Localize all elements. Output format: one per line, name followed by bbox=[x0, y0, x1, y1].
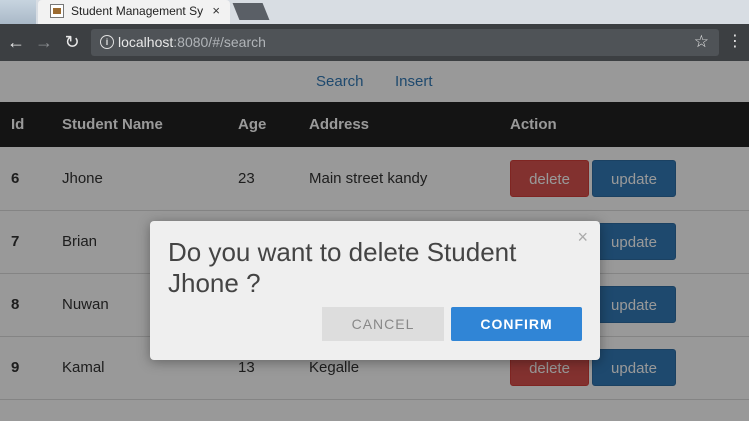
browser-tab-strip: Student Management Sy × bbox=[0, 0, 749, 24]
info-icon[interactable]: i bbox=[100, 35, 114, 49]
tab-close-icon[interactable]: × bbox=[212, 3, 220, 18]
reload-icon[interactable]: ↻ bbox=[62, 32, 82, 52]
dialog-message: Do you want to delete Student Jhone ? bbox=[168, 237, 517, 298]
address-bar[interactable]: i localhost:8080/#/search ☆ bbox=[91, 29, 719, 56]
confirm-button[interactable]: CONFIRM bbox=[451, 307, 582, 341]
browser-toolbar: ← → ↻ i localhost:8080/#/search ☆ ⋮ bbox=[0, 24, 749, 61]
browser-tab[interactable]: Student Management Sy × bbox=[38, 0, 230, 24]
favicon-icon bbox=[50, 4, 64, 18]
dialog-close-icon[interactable]: × bbox=[577, 227, 588, 248]
url-text: localhost:8080/#/search bbox=[118, 34, 266, 50]
forward-icon[interactable]: → bbox=[34, 32, 54, 52]
tab-title: Student Management Sy bbox=[71, 4, 204, 18]
url-host: localhost bbox=[118, 34, 174, 50]
bookmark-star-icon[interactable]: ☆ bbox=[694, 32, 709, 52]
back-icon[interactable]: ← bbox=[6, 32, 26, 52]
window-decoration bbox=[0, 0, 36, 24]
url-path: :8080/#/search bbox=[173, 34, 266, 50]
cancel-button[interactable]: CANCEL bbox=[322, 307, 444, 341]
browser-menu-icon[interactable]: ⋮ bbox=[727, 32, 743, 52]
delete-confirm-dialog: × Do you want to delete Student Jhone ? … bbox=[150, 221, 600, 360]
new-tab-button[interactable] bbox=[232, 3, 270, 20]
